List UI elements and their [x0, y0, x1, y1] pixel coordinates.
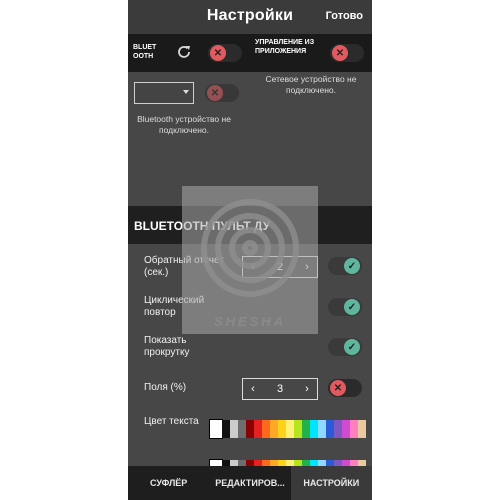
bluetooth-label: BLUETOOTH: [133, 44, 157, 60]
tab-prompter[interactable]: СУФЛЁР: [128, 466, 209, 500]
color-swatch[interactable]: [262, 420, 270, 438]
network-status-text: Сетевое устройство не подключено.: [265, 74, 357, 95]
color-swatch[interactable]: [334, 420, 342, 438]
margins-toggle[interactable]: ✕: [328, 379, 362, 397]
margins-value: 3: [276, 383, 284, 395]
countdown-toggle[interactable]: ✓: [328, 257, 362, 275]
text-color-palette: [209, 419, 366, 439]
watermark-logo: [201, 199, 299, 297]
color-swatch[interactable]: [310, 420, 318, 438]
show-scroll-toggle[interactable]: ✓: [328, 338, 362, 356]
top-bar: Настройки Готово: [128, 0, 372, 34]
color-swatch[interactable]: [326, 420, 334, 438]
decrement-button[interactable]: ‹: [243, 379, 263, 399]
bluetooth-toggle[interactable]: ✕: [208, 44, 242, 62]
show-scroll-label: Показать прокрутку: [144, 335, 190, 358]
check-icon: ✓: [344, 339, 360, 355]
refresh-icon[interactable]: [175, 43, 193, 61]
color-swatch[interactable]: [358, 420, 366, 438]
app-control-toggle[interactable]: ✕: [330, 44, 364, 62]
chevron-down-icon: [183, 90, 189, 94]
toggle-off-icon: ✕: [330, 380, 346, 396]
tab-editor[interactable]: РЕДАКТИРОВ...: [209, 466, 290, 500]
toggle-off-icon: ✕: [207, 85, 223, 101]
margins-label: Поля (%): [144, 382, 187, 393]
tab-settings[interactable]: НАСТРОЙКИ: [290, 466, 372, 500]
app-control-label: УПРАВЛЕНИЕ ИЗ ПРИЛОЖЕНИЯ: [255, 39, 315, 55]
margins-stepper: ‹ 3 ›: [242, 378, 318, 400]
check-icon: ✓: [344, 258, 360, 274]
color-swatch[interactable]: [238, 420, 246, 438]
color-swatch[interactable]: [302, 420, 310, 438]
color-swatch[interactable]: [342, 420, 350, 438]
color-swatch[interactable]: [270, 420, 278, 438]
watermark-text: SHESHA: [213, 314, 287, 329]
check-icon: ✓: [344, 299, 360, 315]
color-swatch[interactable]: [294, 420, 302, 438]
increment-button[interactable]: ›: [297, 379, 317, 399]
done-button[interactable]: Готово: [326, 10, 363, 22]
color-swatch[interactable]: [246, 420, 254, 438]
loop-toggle[interactable]: ✓: [328, 298, 362, 316]
color-swatch[interactable]: [230, 420, 238, 438]
color-swatch[interactable]: [350, 420, 358, 438]
color-swatch[interactable]: [254, 420, 262, 438]
color-swatch[interactable]: [222, 420, 230, 438]
bluetooth-device-toggle[interactable]: ✕: [205, 84, 239, 102]
device-select[interactable]: [134, 82, 194, 104]
color-swatch[interactable]: [286, 420, 294, 438]
color-swatch[interactable]: [209, 419, 223, 439]
color-swatch[interactable]: [318, 420, 326, 438]
text-color-label: Цвет текста: [144, 416, 199, 427]
bluetooth-status-text: Bluetooth устройство не подключено.: [137, 114, 231, 135]
color-swatch[interactable]: [278, 420, 286, 438]
watermark: SHESHA: [182, 186, 318, 334]
bottom-tab-bar: СУФЛЁР РЕДАКТИРОВ... НАСТРОЙКИ: [128, 466, 372, 500]
toggle-off-icon: ✕: [210, 45, 226, 61]
connection-row: BLUETOOTH ✕ УПРАВЛЕНИЕ ИЗ ПРИЛОЖЕНИЯ ✕: [128, 34, 372, 72]
toggle-off-icon: ✕: [332, 45, 348, 61]
